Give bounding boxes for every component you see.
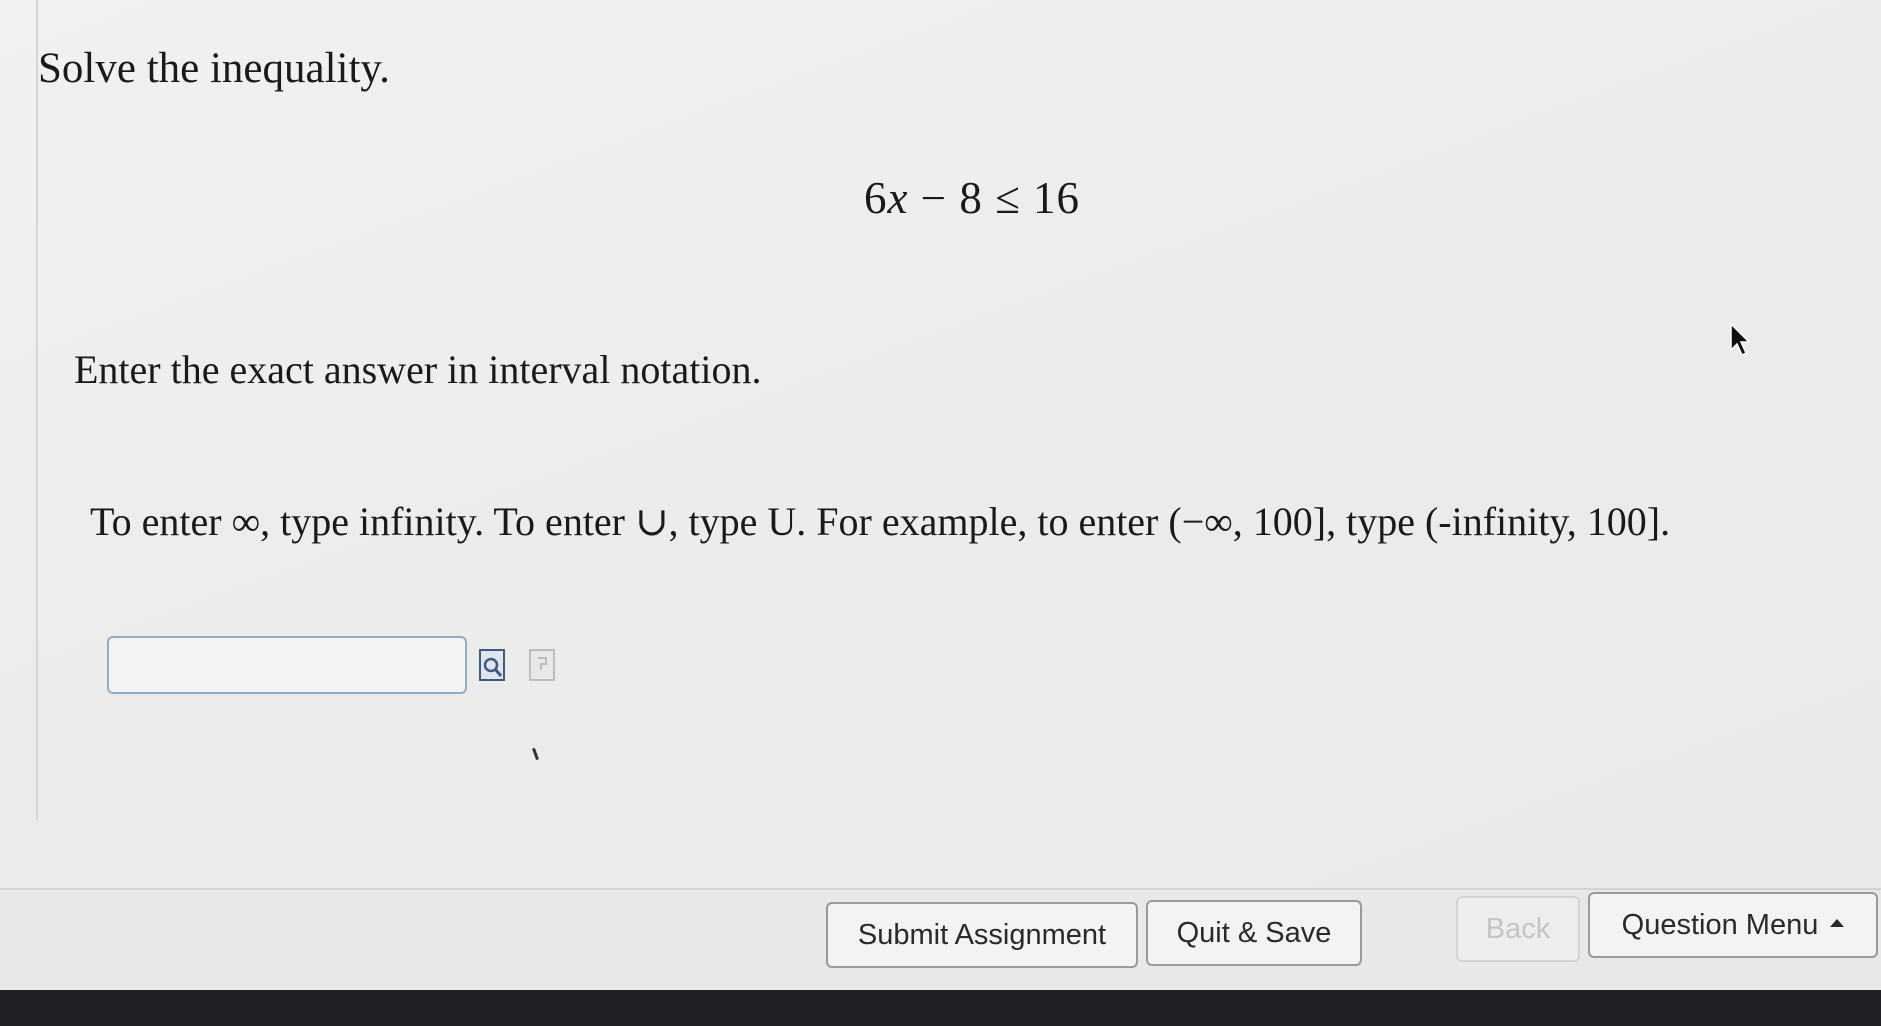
- quit-save-button[interactable]: Quit & Save: [1146, 900, 1362, 966]
- answer-input[interactable]: [107, 636, 467, 694]
- mouse-cursor-icon: [1730, 322, 1751, 357]
- screen-bottom-bezel: [0, 990, 1881, 1026]
- page: Solve the inequality. 6x − 8 ≤ 16 Enter …: [0, 0, 1881, 1026]
- assignment-footer: Submit Assignment Quit & Save Back Quest…: [0, 888, 1881, 992]
- answer-instruction: Enter the exact answer in interval notat…: [74, 347, 762, 392]
- left-divider: [36, 0, 38, 820]
- back-label: Back: [1485, 912, 1551, 945]
- question-menu-label: Question Menu: [1621, 908, 1819, 941]
- inequality-equation: 6x − 8 ≤ 16: [864, 172, 1080, 224]
- submit-assignment-label: Submit Assignment: [857, 918, 1107, 951]
- preview-icon[interactable]: [478, 648, 508, 682]
- equation-coefficient: 6: [864, 173, 888, 223]
- equation-variable: x: [887, 173, 909, 223]
- quit-save-label: Quit & Save: [1176, 916, 1332, 949]
- stray-mark: [532, 747, 539, 761]
- notation-hint: To enter ∞, type infinity. To enter ∪, t…: [90, 499, 1671, 544]
- help-icon[interactable]: [528, 648, 558, 682]
- back-button[interactable]: Back: [1456, 896, 1580, 962]
- question-prompt: Solve the inequality.: [38, 45, 390, 92]
- equation-rest: − 8 ≤ 16: [908, 173, 1081, 223]
- submit-assignment-button[interactable]: Submit Assignment: [826, 902, 1138, 968]
- caret-up-icon: [1830, 919, 1845, 927]
- question-menu-button[interactable]: Question Menu: [1588, 892, 1878, 958]
